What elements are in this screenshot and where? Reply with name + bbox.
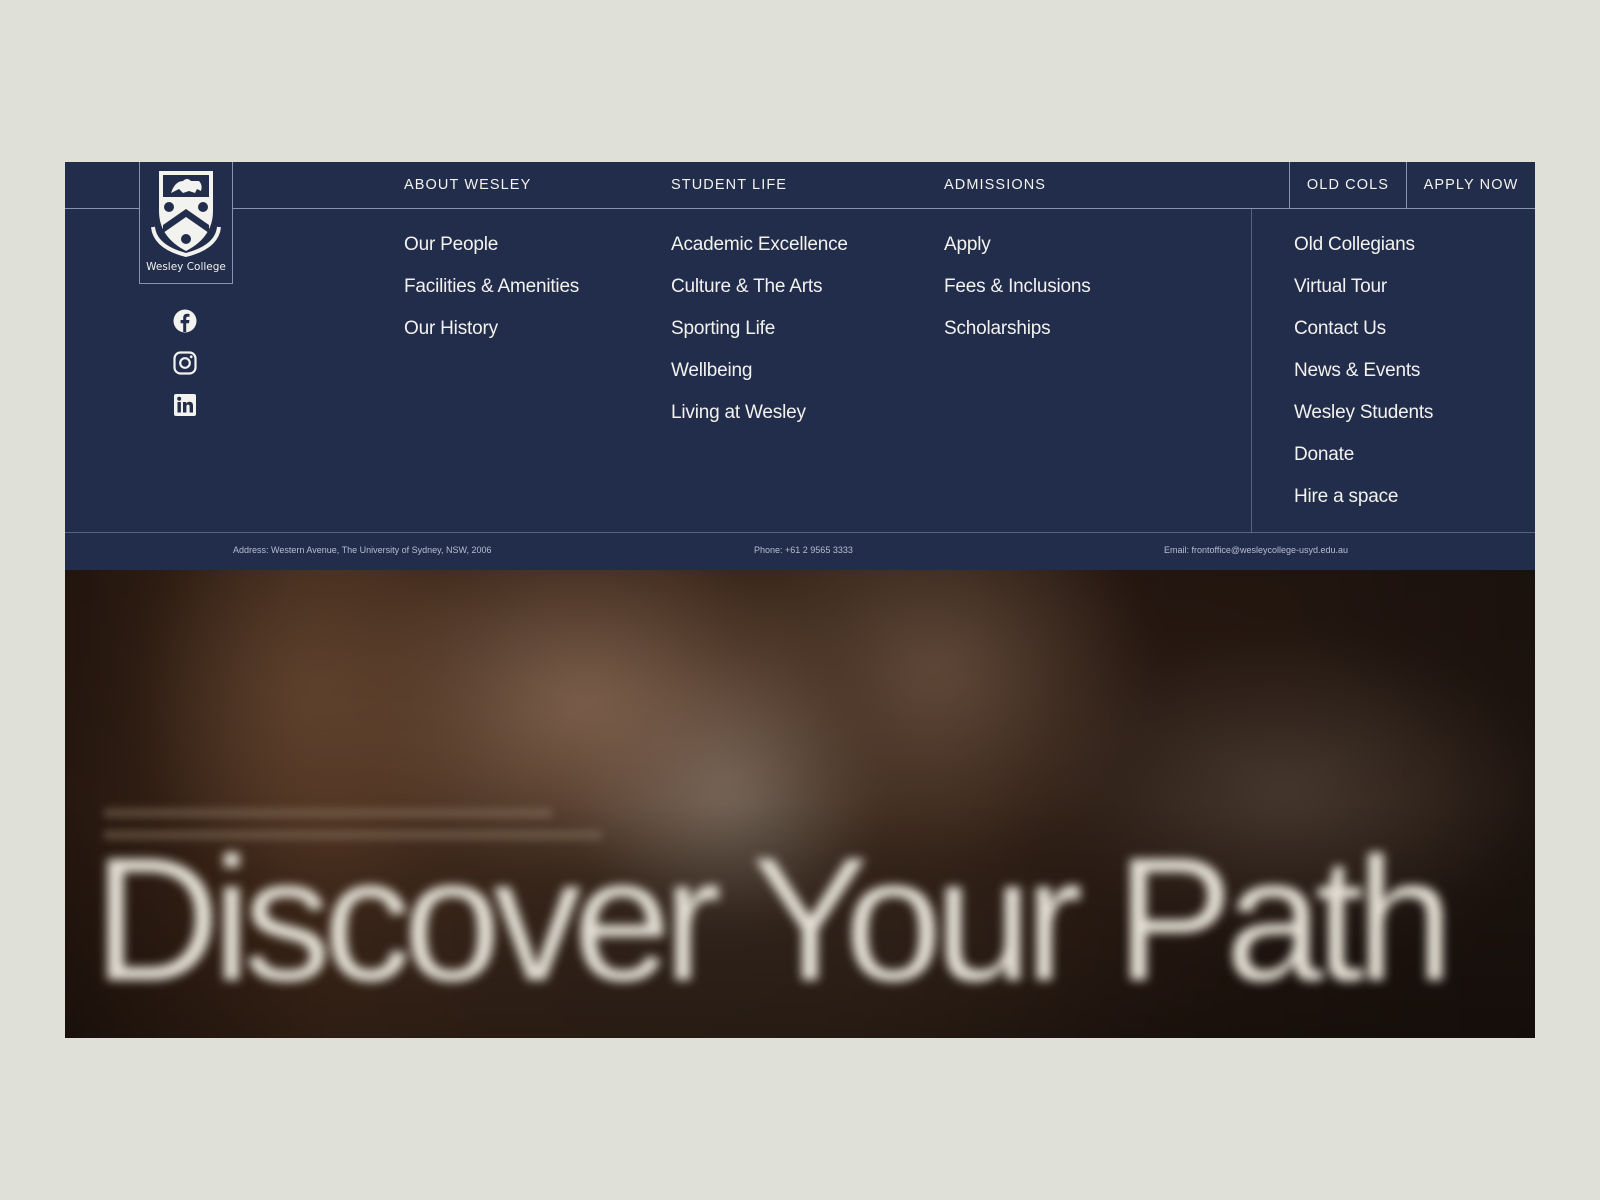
menu-item-hire-a-space[interactable]: Hire a space: [1294, 482, 1433, 524]
college-logo[interactable]: Wesley College: [139, 162, 233, 284]
menu-item-old-collegians[interactable]: Old Collegians: [1294, 230, 1433, 272]
instagram-icon[interactable]: [172, 350, 198, 376]
crest-icon: [151, 171, 221, 257]
menu-item-living-at-wesley[interactable]: Living at Wesley: [671, 398, 848, 440]
email-link[interactable]: Email: frontoffice@wesleycollege-usyd.ed…: [1164, 545, 1348, 555]
quick-links-menu: Old Collegians Virtual Tour Contact Us N…: [1294, 230, 1433, 524]
menu-item-culture-arts[interactable]: Culture & The Arts: [671, 272, 848, 314]
top-nav: ABOUT WESLEY STUDENT LIFE ADMISSIONS OLD…: [65, 162, 1535, 209]
menu-item-contact-us[interactable]: Contact Us: [1294, 314, 1433, 356]
menu-item-scholarships[interactable]: Scholarships: [944, 314, 1091, 356]
menu-item-wesley-students[interactable]: Wesley Students: [1294, 398, 1433, 440]
student-life-menu: Academic Excellence Culture & The Arts S…: [671, 230, 848, 440]
menu-item-our-history[interactable]: Our History: [404, 314, 579, 356]
hero-blurred-text-line: [103, 808, 553, 818]
menu-item-facilities-amenities[interactable]: Facilities & Amenities: [404, 272, 579, 314]
facebook-icon[interactable]: [172, 308, 198, 334]
linkedin-icon[interactable]: [172, 392, 198, 418]
about-wesley-menu: Our People Facilities & Amenities Our Hi…: [404, 230, 579, 356]
menu-item-our-people[interactable]: Our People: [404, 230, 579, 272]
menu-item-apply[interactable]: Apply: [944, 230, 1091, 272]
nav-admissions[interactable]: ADMISSIONS: [944, 162, 1046, 208]
contact-info-bar: Address: Western Avenue, The University …: [65, 532, 1535, 570]
phone-link[interactable]: Phone: +61 2 9565 3333: [754, 545, 853, 555]
menu-item-virtual-tour[interactable]: Virtual Tour: [1294, 272, 1433, 314]
old-cols-button[interactable]: OLD COLS: [1289, 162, 1406, 208]
menu-item-donate[interactable]: Donate: [1294, 440, 1433, 482]
nav-about-wesley[interactable]: ABOUT WESLEY: [404, 162, 531, 208]
hero-title: Discover Your Path: [93, 822, 1454, 1018]
menu-item-academic-excellence[interactable]: Academic Excellence: [671, 230, 848, 272]
menu-item-wellbeing[interactable]: Wellbeing: [671, 356, 848, 398]
menu-item-sporting-life[interactable]: Sporting Life: [671, 314, 848, 356]
menu-item-fees-inclusions[interactable]: Fees & Inclusions: [944, 272, 1091, 314]
column-divider: [1251, 209, 1252, 532]
hero-section: Discover Your Path: [65, 570, 1535, 1038]
admissions-menu: Apply Fees & Inclusions Scholarships: [944, 230, 1091, 356]
logo-wordmark: Wesley College: [146, 261, 226, 273]
address-text: Address: Western Avenue, The University …: [233, 545, 492, 555]
site-menu-panel: ABOUT WESLEY STUDENT LIFE ADMISSIONS OLD…: [65, 162, 1535, 1038]
apply-now-button[interactable]: APPLY NOW: [1406, 162, 1535, 208]
menu-item-news-events[interactable]: News & Events: [1294, 356, 1433, 398]
nav-student-life[interactable]: STUDENT LIFE: [671, 162, 787, 208]
